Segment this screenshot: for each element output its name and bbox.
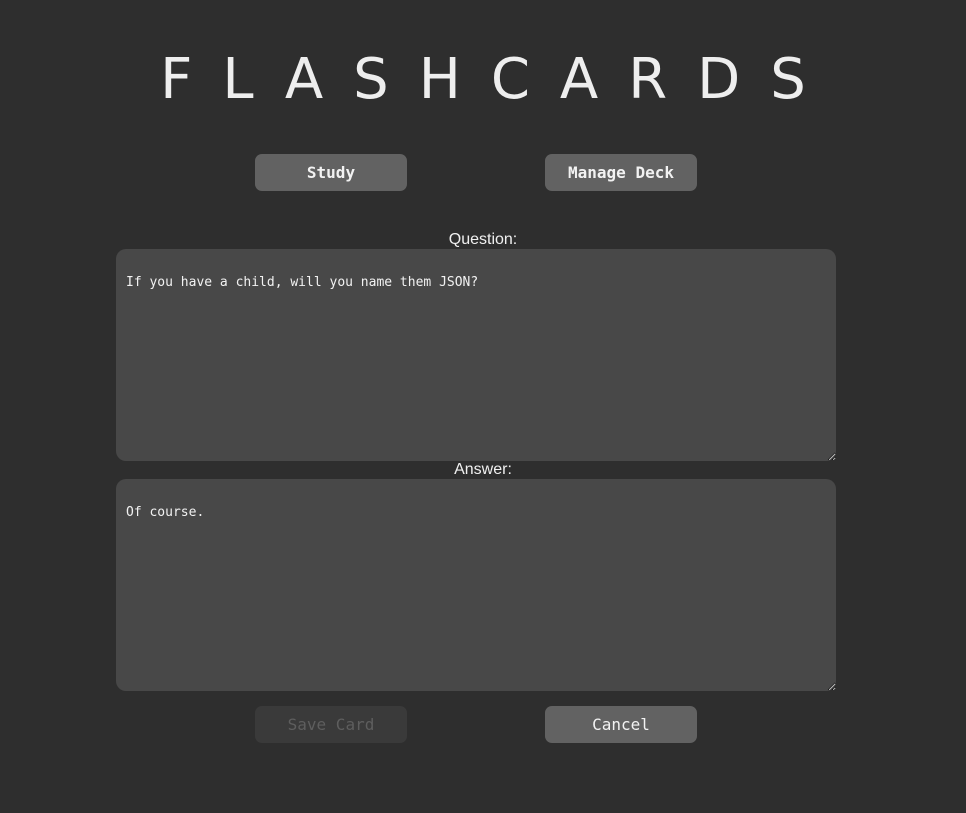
manage-deck-button[interactable]: Manage Deck: [545, 154, 697, 191]
study-button[interactable]: Study: [255, 154, 407, 191]
app-title: FLASHCARDS: [160, 47, 836, 112]
cancel-button[interactable]: Cancel: [545, 706, 697, 743]
answer-label: Answer:: [454, 461, 512, 478]
question-label: Question:: [448, 231, 518, 248]
flashcards-app: FLASHCARDS Study Manage Deck Question: I…: [0, 0, 966, 813]
save-card-button[interactable]: Save Card: [255, 706, 407, 743]
question-field[interactable]: If you have a child, will you name them …: [116, 249, 836, 461]
answer-field[interactable]: Of course.: [116, 479, 836, 691]
